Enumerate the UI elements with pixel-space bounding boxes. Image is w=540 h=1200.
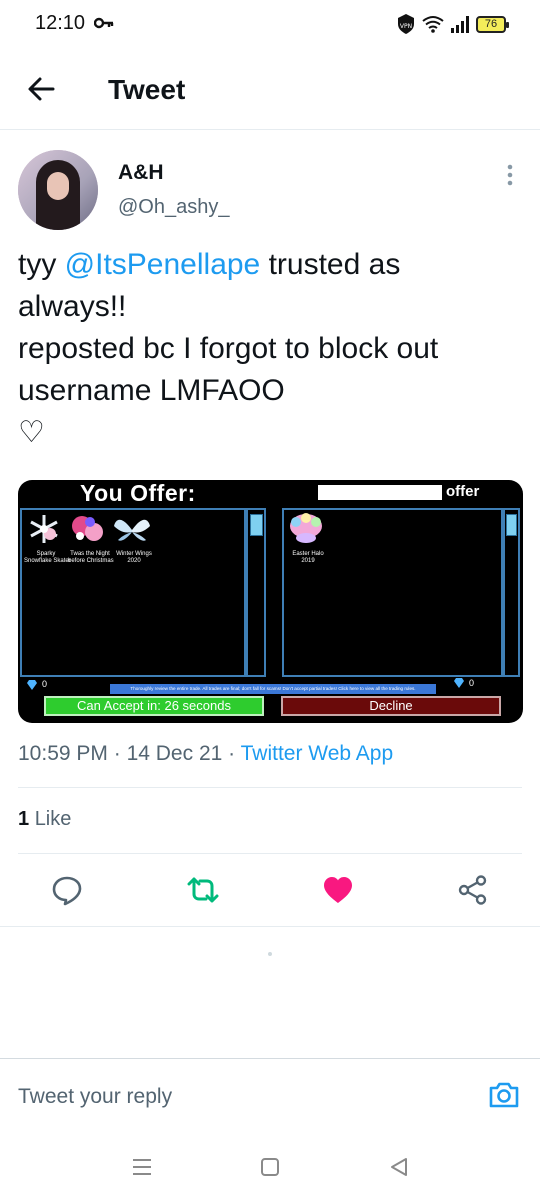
item-name: before Christmas <box>68 558 114 564</box>
divider <box>18 853 522 854</box>
decline-button: Decline <box>281 696 501 716</box>
reply-input[interactable]: Tweet your reply <box>18 1085 172 1109</box>
diamond-icon <box>454 678 464 688</box>
your-offer-panel: Sparky Snowflake Skater Twas the Night b… <box>20 508 246 677</box>
redacted-username <box>318 485 442 500</box>
menu-icon[interactable] <box>131 1156 153 1178</box>
item-name: Twas the Night <box>70 551 110 557</box>
their-offer-scrollbar[interactable] <box>503 508 520 677</box>
battery-indicator: 76 <box>476 15 509 33</box>
tweet-source-link[interactable]: Twitter Web App <box>241 742 394 765</box>
tweet-date: 14 Dec 21 <box>126 742 223 765</box>
tweet-text-line: username LMFAOO <box>18 374 285 407</box>
trade-warning-banner: Thoroughly review the entire trade. All … <box>110 684 436 694</box>
heart-outline-symbol: ♡ <box>18 416 45 449</box>
status-bar: 12:10 VPN 76 <box>0 0 540 48</box>
reply-composer[interactable]: Tweet your reply <box>0 1058 540 1130</box>
right-gem-count: 0 <box>469 678 475 688</box>
left-gem-count: 0 <box>42 679 48 689</box>
item-name: Easter Halo <box>292 551 324 557</box>
tweet-time: 10:59 PM <box>18 742 108 765</box>
status-time: 12:10 <box>35 12 86 34</box>
home-icon[interactable] <box>259 1156 281 1178</box>
easter-halo-item-icon <box>290 513 322 543</box>
back-icon[interactable] <box>388 1156 410 1178</box>
tweet-actions <box>0 862 540 922</box>
diamond-icon <box>27 680 37 690</box>
tweet-text-after-mention: trusted as <box>260 248 401 281</box>
trade-item: Sparky Snowflake Skater <box>24 512 71 565</box>
back-arrow-icon[interactable] <box>26 74 56 104</box>
trade-item: Easter Halo 2019 <box>286 512 330 565</box>
item-name: Snowflake Skater <box>24 558 71 564</box>
reply-icon[interactable] <box>51 874 83 906</box>
tweet-image[interactable]: You Offer: offer Sparky Snowflake Skater… <box>18 480 523 723</box>
svg-text:VPN: VPN <box>400 23 412 30</box>
winter-wings-item-icon <box>114 519 150 541</box>
item-name: 2019 <box>301 558 315 564</box>
display-name[interactable]: A&H <box>118 161 164 185</box>
item-name: Winter Wings <box>116 551 152 557</box>
like-count: 1 <box>18 808 30 830</box>
you-offer-title: You Offer: <box>80 480 196 506</box>
camera-icon[interactable] <box>488 1079 520 1111</box>
signal-icon <box>451 16 469 33</box>
accept-button: Can Accept in: 26 seconds <box>44 696 264 716</box>
key-icon <box>94 17 114 29</box>
trade-item: Twas the Night before Christmas <box>68 512 114 565</box>
other-offer-label: offer <box>446 483 480 500</box>
tweet-text-line: reposted bc I forgot to block out <box>18 332 439 365</box>
meta-separator: · <box>228 742 236 765</box>
avatar[interactable] <box>18 150 98 230</box>
your-offer-scrollbar[interactable] <box>246 508 266 677</box>
item-name: 2020 <box>127 558 141 564</box>
tweet-text: tyy @ItsPenellape trusted as always!! re… <box>18 244 518 454</box>
app-header: Tweet <box>0 52 540 130</box>
tweet-text-prefix: tyy <box>18 248 65 281</box>
likes-count-link[interactable]: 1 Like <box>18 808 71 831</box>
meta-separator: · <box>113 742 121 765</box>
tweet-text-line: always!! <box>18 290 127 323</box>
more-options-icon[interactable] <box>506 163 514 187</box>
divider <box>0 926 540 927</box>
vpn-icon: VPN <box>398 14 414 34</box>
share-icon[interactable] <box>457 874 489 906</box>
divider <box>18 787 522 788</box>
snowflake-skater-item-icon <box>30 515 58 543</box>
loading-dot <box>268 952 272 956</box>
trade-item: Winter Wings 2020 <box>112 512 156 565</box>
like-icon[interactable] <box>322 874 354 906</box>
scroll-up-button[interactable] <box>506 514 517 536</box>
user-handle[interactable]: @Oh_ashy_ <box>118 196 229 219</box>
item-name: Sparky <box>36 551 56 557</box>
tweet-timestamp: 10:59 PM · 14 Dec 21 · Twitter Web App <box>18 742 393 766</box>
like-label: Like <box>34 808 72 830</box>
scroll-up-button[interactable] <box>250 514 263 536</box>
retweet-icon[interactable] <box>187 874 219 906</box>
christmas-item-icon <box>72 516 103 541</box>
wifi-icon <box>422 16 444 33</box>
status-icons: VPN 76 <box>396 12 509 36</box>
system-nav-bar <box>0 1130 540 1200</box>
their-offer-panel: Easter Halo 2019 <box>282 508 503 677</box>
page-title: Tweet <box>108 74 186 105</box>
mention-link[interactable]: @ItsPenellape <box>65 248 261 281</box>
